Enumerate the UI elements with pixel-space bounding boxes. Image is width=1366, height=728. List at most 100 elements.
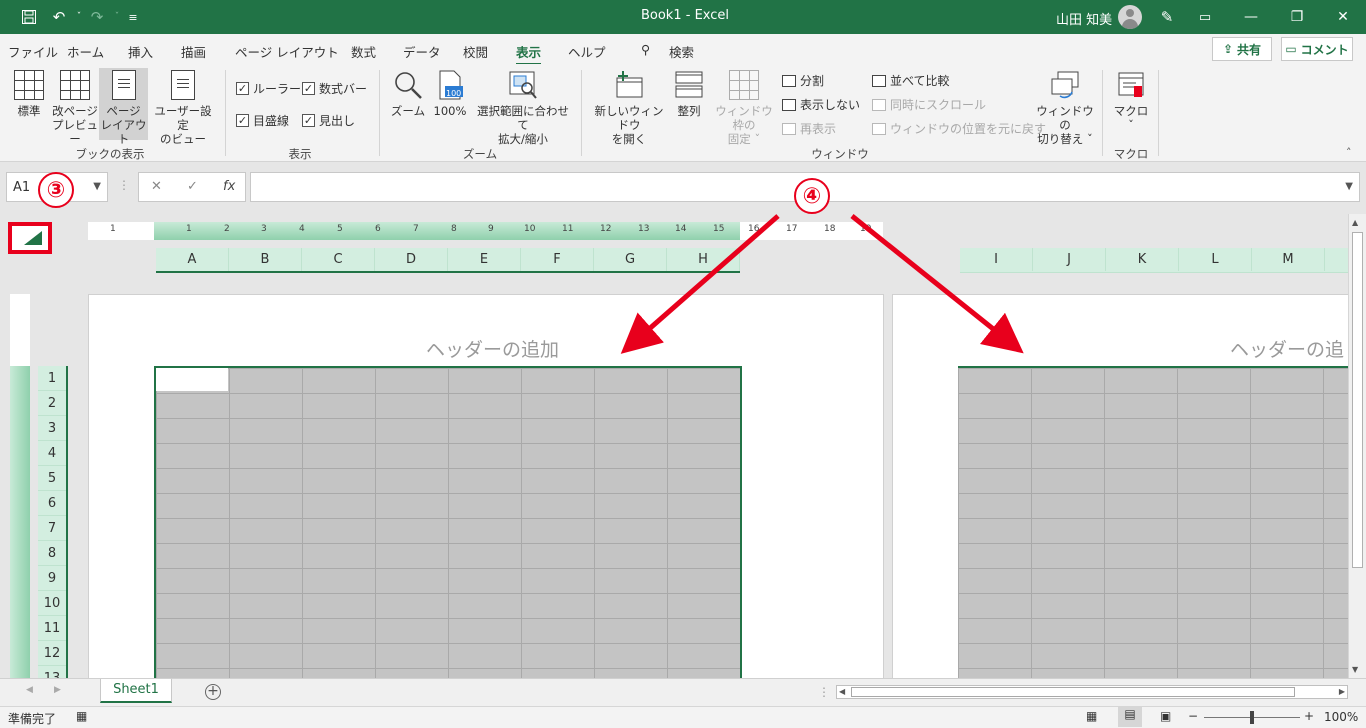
zoom-selection-label-2: 拡大/縮小 xyxy=(498,132,548,146)
tab-formulas[interactable]: 数式 xyxy=(351,42,376,61)
horizontal-scrollbar[interactable]: ◀ ▶ xyxy=(836,685,1348,699)
tab-draw[interactable]: 描画 xyxy=(181,42,206,61)
zoom-100-button[interactable]: 100 100% xyxy=(431,68,469,140)
sheet-tab-sheet1[interactable]: Sheet1 xyxy=(100,679,172,703)
tab-split-handle-icon[interactable]: ⋮ xyxy=(818,685,830,699)
scroll-thumb[interactable] xyxy=(851,687,1295,697)
macros-label: マクロ xyxy=(1113,104,1149,118)
ribbon: 標準 改ページ プレビュー ページ レイアウト ユーザー設定 のビュー ブックの… xyxy=(0,64,1366,162)
collapse-ribbon-icon[interactable]: ˄ xyxy=(1346,146,1352,159)
page-layout-label-2: レイアウト xyxy=(100,118,147,146)
switch-windows-label-2: 切り替え ˇ xyxy=(1037,132,1093,146)
new-window-button[interactable]: 新しいウィンドウ を開く xyxy=(590,68,668,146)
tab-insert[interactable]: 挿入 xyxy=(128,42,153,61)
side-by-side-button[interactable]: 並べて比較 xyxy=(872,72,950,89)
tab-file[interactable]: ファイル xyxy=(8,42,58,61)
split-button[interactable]: 分割 xyxy=(782,72,824,89)
page-break-preview-button[interactable]: 改ページ プレビュー xyxy=(52,68,98,146)
page-layout-view-button[interactable]: ページ レイアウト xyxy=(99,68,148,146)
formula-buttons: ✕ ✓ fx xyxy=(138,172,246,202)
enter-icon[interactable]: ✓ xyxy=(187,179,198,194)
ruler-label: ルーラー xyxy=(253,82,302,96)
ruler-checkbox[interactable]: ✓ ルーラー xyxy=(236,80,301,97)
cancel-icon[interactable]: ✕ xyxy=(151,179,162,194)
add-sheet-icon[interactable]: + xyxy=(205,684,221,700)
arrange-all-button[interactable]: 整列 xyxy=(670,68,708,140)
split-label: 分割 xyxy=(800,74,825,88)
normal-view-icon[interactable]: ▦ xyxy=(1086,709,1097,723)
chevron-down-icon[interactable]: ▼ xyxy=(93,181,101,192)
window-title: Book1 - Excel xyxy=(640,8,730,23)
tab-view[interactable]: 表示 xyxy=(516,42,542,66)
check-icon: ✓ xyxy=(236,114,249,127)
tab-home[interactable]: ホーム xyxy=(67,42,104,61)
unhide-button[interactable]: 再表示 xyxy=(782,120,836,137)
page-layout-view-icon[interactable]: ▤ xyxy=(1118,707,1142,727)
reset-position-icon xyxy=(872,122,886,135)
save-icon[interactable] xyxy=(18,6,40,28)
undo-icon[interactable]: ↶ xyxy=(48,6,70,28)
side-by-side-label: 並べて比較 xyxy=(890,74,950,88)
search-icon[interactable]: ⚲ xyxy=(641,42,650,57)
next-sheet-icon[interactable]: ▶ xyxy=(54,685,61,695)
reset-window-position-button[interactable]: ウィンドウの位置を元に戻す xyxy=(872,120,1046,137)
macros-button[interactable]: マクロ ˇ xyxy=(1110,68,1152,140)
zoom-to-selection-button[interactable]: 選択範囲に合わせて 拡大/縮小 xyxy=(472,68,574,146)
formula-bar-checkbox[interactable]: ✓ 数式バー xyxy=(302,80,367,97)
insert-function-icon[interactable]: fx xyxy=(223,179,235,194)
vertical-scrollbar[interactable]: ▲ ▼ xyxy=(1348,214,1366,678)
zoom-slider-thumb[interactable] xyxy=(1250,711,1254,724)
headings-label: 見出し xyxy=(319,114,356,128)
normal-view-button[interactable]: 標準 xyxy=(8,68,50,140)
page-break-view-icon[interactable]: ▣ xyxy=(1160,709,1171,723)
ribbon-display-icon[interactable]: ▭ xyxy=(1194,6,1216,28)
share-button[interactable]: ⇪ 共有 xyxy=(1212,37,1272,61)
tab-page-layout[interactable]: ページ レイアウト xyxy=(235,42,339,61)
expand-formula-icon[interactable]: ▼ xyxy=(1345,181,1353,192)
tab-help[interactable]: ヘルプ xyxy=(568,42,606,61)
redo-icon[interactable]: ↷ xyxy=(86,6,108,28)
tab-review[interactable]: 校閲 xyxy=(463,42,488,61)
scroll-down-icon[interactable]: ▼ xyxy=(1352,665,1358,674)
headings-checkbox[interactable]: ✓ 見出し xyxy=(302,112,355,129)
minimize-button[interactable]: — xyxy=(1228,0,1274,34)
search-box[interactable]: 検索 xyxy=(669,42,694,61)
comment-button[interactable]: ▭ コメント xyxy=(1281,37,1353,61)
page-layout-label-1: ページ xyxy=(106,104,141,118)
sync-scroll-button[interactable]: 同時にスクロール xyxy=(872,96,986,113)
side-by-side-icon xyxy=(872,74,886,87)
scroll-right-icon[interactable]: ▶ xyxy=(1339,687,1345,696)
hide-button[interactable]: 表示しない xyxy=(782,96,860,113)
name-box-value: A1 xyxy=(13,180,31,195)
title-bar: ↶ ˇ ↷ ˇ ≡ Book1 - Excel 山田 知美 ✎ ▭ — ❐ ✕ xyxy=(0,0,1366,34)
zoom-100-label: 100% xyxy=(433,104,467,118)
zoom-level[interactable]: 100% xyxy=(1324,710,1358,724)
check-icon: ✓ xyxy=(236,82,249,95)
scroll-up-icon[interactable]: ▲ xyxy=(1352,218,1358,227)
close-button[interactable]: ✕ xyxy=(1320,0,1366,34)
freeze-panes-button[interactable]: ウィンドウ枠の 固定 ˇ xyxy=(710,68,778,146)
customize-qat-icon[interactable]: ≡ xyxy=(122,6,144,28)
zoom-100-icon-text: 100 xyxy=(446,89,462,98)
switch-windows-icon xyxy=(1050,70,1080,100)
scroll-left-icon[interactable]: ◀ xyxy=(839,687,845,696)
check-icon: ✓ xyxy=(302,114,315,127)
tab-data[interactable]: データ xyxy=(403,42,441,61)
avatar[interactable] xyxy=(1118,5,1142,29)
zoom-out-icon[interactable]: − xyxy=(1188,709,1198,723)
gridlines-checkbox[interactable]: ✓ 目盛線 xyxy=(236,112,289,129)
prev-sheet-icon[interactable]: ◀ xyxy=(26,685,33,695)
status-ready: 準備完了 xyxy=(8,712,57,726)
accessibility-icon[interactable]: ▦ xyxy=(76,709,87,723)
pen-icon[interactable]: ✎ xyxy=(1156,6,1178,28)
scroll-thumb[interactable] xyxy=(1352,232,1363,568)
group-label-show: 表示 xyxy=(288,147,312,161)
group-label-window: ウィンドウ xyxy=(811,147,869,161)
custom-views-button[interactable]: ユーザー設定 のビュー xyxy=(150,68,216,146)
switch-windows-button[interactable]: ウィンドウの 切り替え ˇ xyxy=(1034,68,1096,146)
ribbon-divider xyxy=(1158,70,1159,156)
restore-button[interactable]: ❐ xyxy=(1274,0,1320,34)
zoom-in-icon[interactable]: + xyxy=(1304,709,1314,723)
user-name[interactable]: 山田 知美 xyxy=(1056,9,1112,28)
zoom-button[interactable]: ズーム xyxy=(388,68,428,140)
